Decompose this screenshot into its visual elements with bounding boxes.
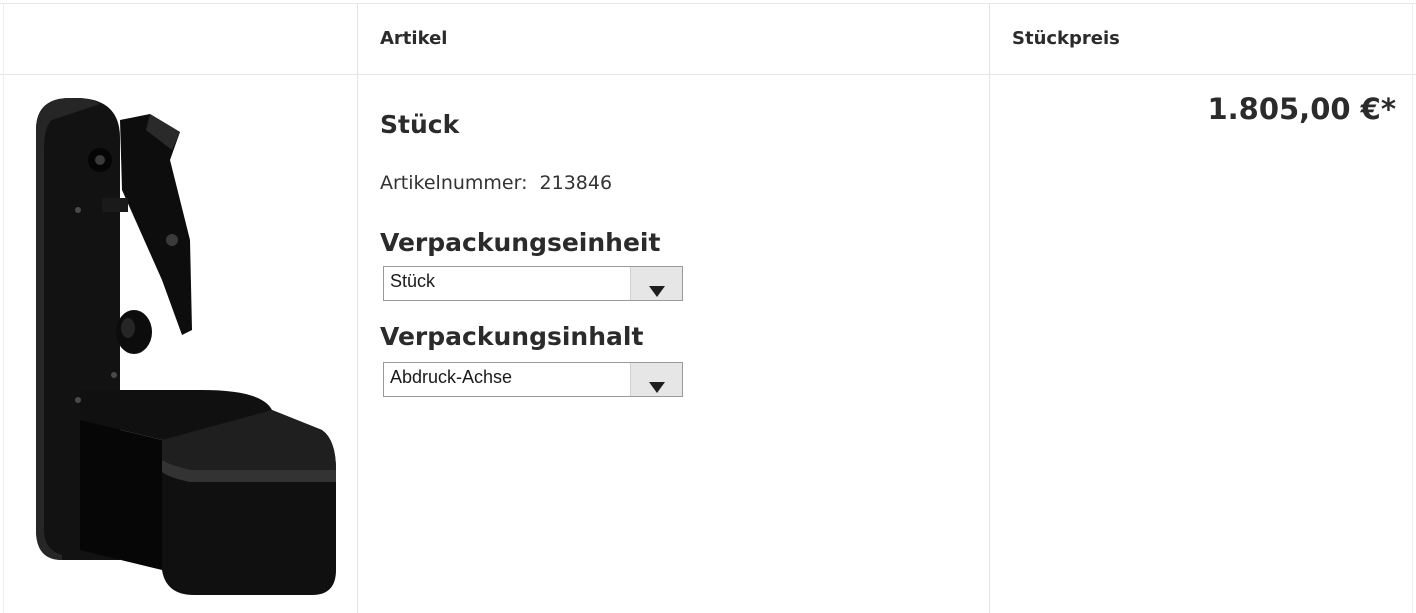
article-number-label: Artikelnummer: <box>380 172 528 194</box>
column-divider-2 <box>989 3 990 613</box>
packaging-content-dropdown-button[interactable] <box>630 363 682 396</box>
packaging-unit-select[interactable]: Stück <box>383 266 683 301</box>
unit-price: 1.805,00 €* <box>1207 92 1396 126</box>
packaging-unit-dropdown-button[interactable] <box>630 267 682 300</box>
packaging-content-label: Verpackungsinhalt <box>380 322 644 351</box>
chevron-down-icon <box>649 286 665 297</box>
product-table: Artikel Stückpreis Stück Artikelnummer: … <box>0 0 1416 613</box>
article-number-value: 213846 <box>539 172 613 194</box>
packaging-content-select[interactable]: Abdruck-Achse <box>383 362 683 397</box>
column-border-left <box>3 3 4 613</box>
article-number: Artikelnummer: 213846 <box>380 172 612 194</box>
header-unit-price: Stückpreis <box>1012 28 1120 49</box>
product-image[interactable] <box>22 90 342 600</box>
product-title[interactable]: Stück <box>380 110 459 139</box>
column-divider-1 <box>357 3 358 613</box>
table-top-border <box>0 3 1416 4</box>
header-divider <box>0 74 1416 75</box>
packaging-unit-label: Verpackungseinheit <box>380 228 661 257</box>
chevron-down-icon <box>649 382 665 393</box>
column-border-right <box>1412 3 1413 613</box>
header-article: Artikel <box>380 28 448 49</box>
packaging-unit-value: Stück <box>390 271 436 291</box>
packaging-content-value: Abdruck-Achse <box>390 367 513 387</box>
